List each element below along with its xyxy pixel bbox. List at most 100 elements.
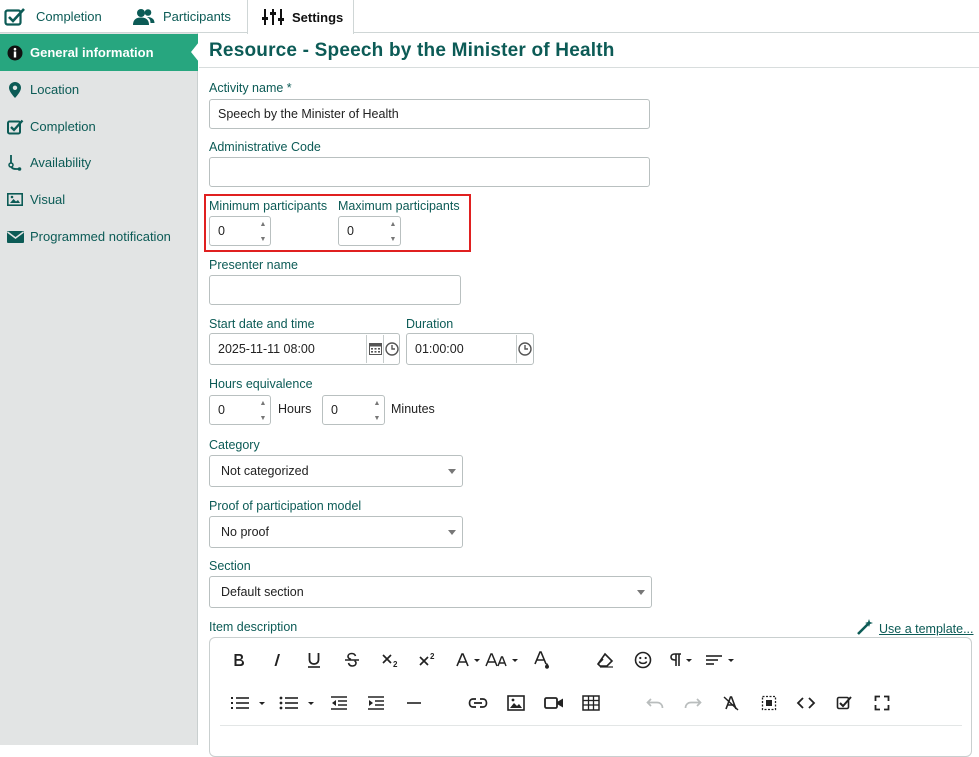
sidebar-item-general-information[interactable]: General information [0,34,199,71]
administrative-code-label: Administrative Code [209,140,321,154]
sidebar-item-programmed-notification[interactable]: Programmed notification [0,218,198,255]
indent-icon[interactable] [366,691,386,715]
location-pin-icon [0,81,30,98]
use-template-link[interactable]: Use a template... [856,618,974,639]
insert-image-icon[interactable] [505,691,527,715]
insert-table-icon[interactable] [580,691,602,715]
increment-icon[interactable]: ▲ [260,220,267,229]
sliders-icon [262,8,284,26]
underline-icon[interactable] [304,648,324,672]
section-label: Section [209,559,251,573]
ordered-list-icon[interactable] [229,691,269,715]
emoji-icon[interactable] [632,648,654,672]
hours-equivalence-label: Hours equivalence [209,377,313,391]
sidebar-item-label: Location [30,82,80,97]
insert-video-icon[interactable] [543,691,565,715]
maximum-participants-value: 0 [347,224,354,238]
stepper-arrows: ▲ ▼ [258,220,268,244]
strikethrough-icon[interactable] [342,648,362,672]
hours-stepper[interactable]: 0 ▲ ▼ [209,395,271,425]
link-icon[interactable] [467,691,489,715]
code-view-icon[interactable] [795,691,817,715]
sidebar-item-location[interactable]: Location [0,71,198,108]
font-size-icon[interactable] [485,648,521,672]
category-value: Not categorized [221,464,309,478]
text-color-icon[interactable] [455,648,483,672]
tab-settings-label: Settings [292,9,344,25]
envelope-icon [0,230,30,243]
select-all-icon[interactable] [758,691,780,715]
category-label: Category [209,438,260,452]
proof-model-select[interactable]: No proof [209,516,463,548]
clock-icon[interactable] [516,335,533,363]
maximum-participants-stepper[interactable]: 0 ▲ ▼ [338,216,401,246]
proof-model-label: Proof of participation model [209,499,362,513]
minutes-unit-label: Minutes [391,402,435,416]
start-date-label: Start date and time [209,317,315,331]
decrement-icon[interactable]: ▼ [390,235,397,244]
superscript-icon[interactable]: 2 [417,648,439,672]
minimum-participants-value: 0 [218,224,225,238]
spellcheck-icon[interactable] [833,691,855,715]
section-select[interactable]: Default section [209,576,652,608]
decrement-icon[interactable]: ▼ [260,235,267,244]
sidebar-item-label: Programmed notification [30,229,171,244]
fullscreen-icon[interactable] [871,691,893,715]
minutes-stepper[interactable]: 0 ▲ ▼ [322,395,385,425]
tab-participants[interactable]: Participants [133,0,231,33]
background-color-icon[interactable] [532,648,552,672]
unordered-list-icon[interactable] [278,691,318,715]
sidebar: General information Location Completion … [0,33,199,745]
use-template-label: Use a template... [879,621,974,636]
increment-icon[interactable]: ▲ [374,399,381,408]
sidebar-item-label: Visual [30,192,66,207]
increment-icon[interactable]: ▲ [260,399,267,408]
sidebar-item-label: Completion [30,119,96,134]
stepper-arrows: ▲ ▼ [258,399,268,423]
remove-format-icon[interactable] [720,691,742,715]
minutes-value: 0 [331,403,338,417]
users-icon [133,8,155,26]
minimum-participants-stepper[interactable]: 0 ▲ ▼ [209,216,271,246]
activity-name-input[interactable]: Speech by the Minister of Health [209,99,650,129]
calendar-icon[interactable] [366,335,383,363]
page-title: Resource - Speech by the Minister of Hea… [209,40,615,61]
italic-icon[interactable] [267,648,287,672]
category-select[interactable]: Not categorized [209,455,463,487]
presenter-name-input[interactable] [209,275,461,305]
increment-icon[interactable]: ▲ [390,220,397,229]
undo-icon[interactable] [644,691,666,715]
tab-participants-label: Participants [163,9,231,24]
redo-icon[interactable] [682,691,704,715]
start-date-value: 2025-11-11 08:00 [218,342,315,356]
outdent-icon[interactable] [329,691,349,715]
paragraph-format-icon[interactable] [669,648,697,672]
duration-value: 01:00:00 [415,342,464,356]
duration-input[interactable]: 01:00:00 [406,333,534,365]
tab-completion[interactable]: Completion [4,0,102,33]
sidebar-item-availability[interactable]: Availability [0,144,198,181]
magic-wand-icon [856,618,874,639]
chevron-down-icon [637,590,645,595]
administrative-code-input[interactable] [209,157,650,187]
stepper-arrows: ▲ ▼ [372,399,382,423]
activity-name-value: Speech by the Minister of Health [218,107,399,121]
align-icon[interactable] [704,648,738,672]
duration-label: Duration [406,317,454,331]
checkbox-icon [0,119,30,135]
sidebar-item-label: General information [30,45,154,60]
clear-format-icon[interactable] [594,648,616,672]
sidebar-item-visual[interactable]: Visual [0,181,198,218]
sidebar-item-completion[interactable]: Completion [0,108,198,145]
decrement-icon[interactable]: ▼ [374,414,381,423]
bold-icon[interactable] [229,648,249,672]
subscript-icon[interactable]: 2 [380,648,402,672]
clock-icon[interactable] [383,335,400,363]
presenter-name-label: Presenter name [209,258,298,272]
activity-name-label: Activity name * [209,81,292,95]
start-date-input[interactable]: 2025-11-11 08:00 [209,333,400,365]
top-tab-bar: Completion Participants Settings [0,0,979,34]
horizontal-line-icon[interactable] [404,691,424,715]
decrement-icon[interactable]: ▼ [260,414,267,423]
tab-settings[interactable]: Settings [247,0,354,34]
